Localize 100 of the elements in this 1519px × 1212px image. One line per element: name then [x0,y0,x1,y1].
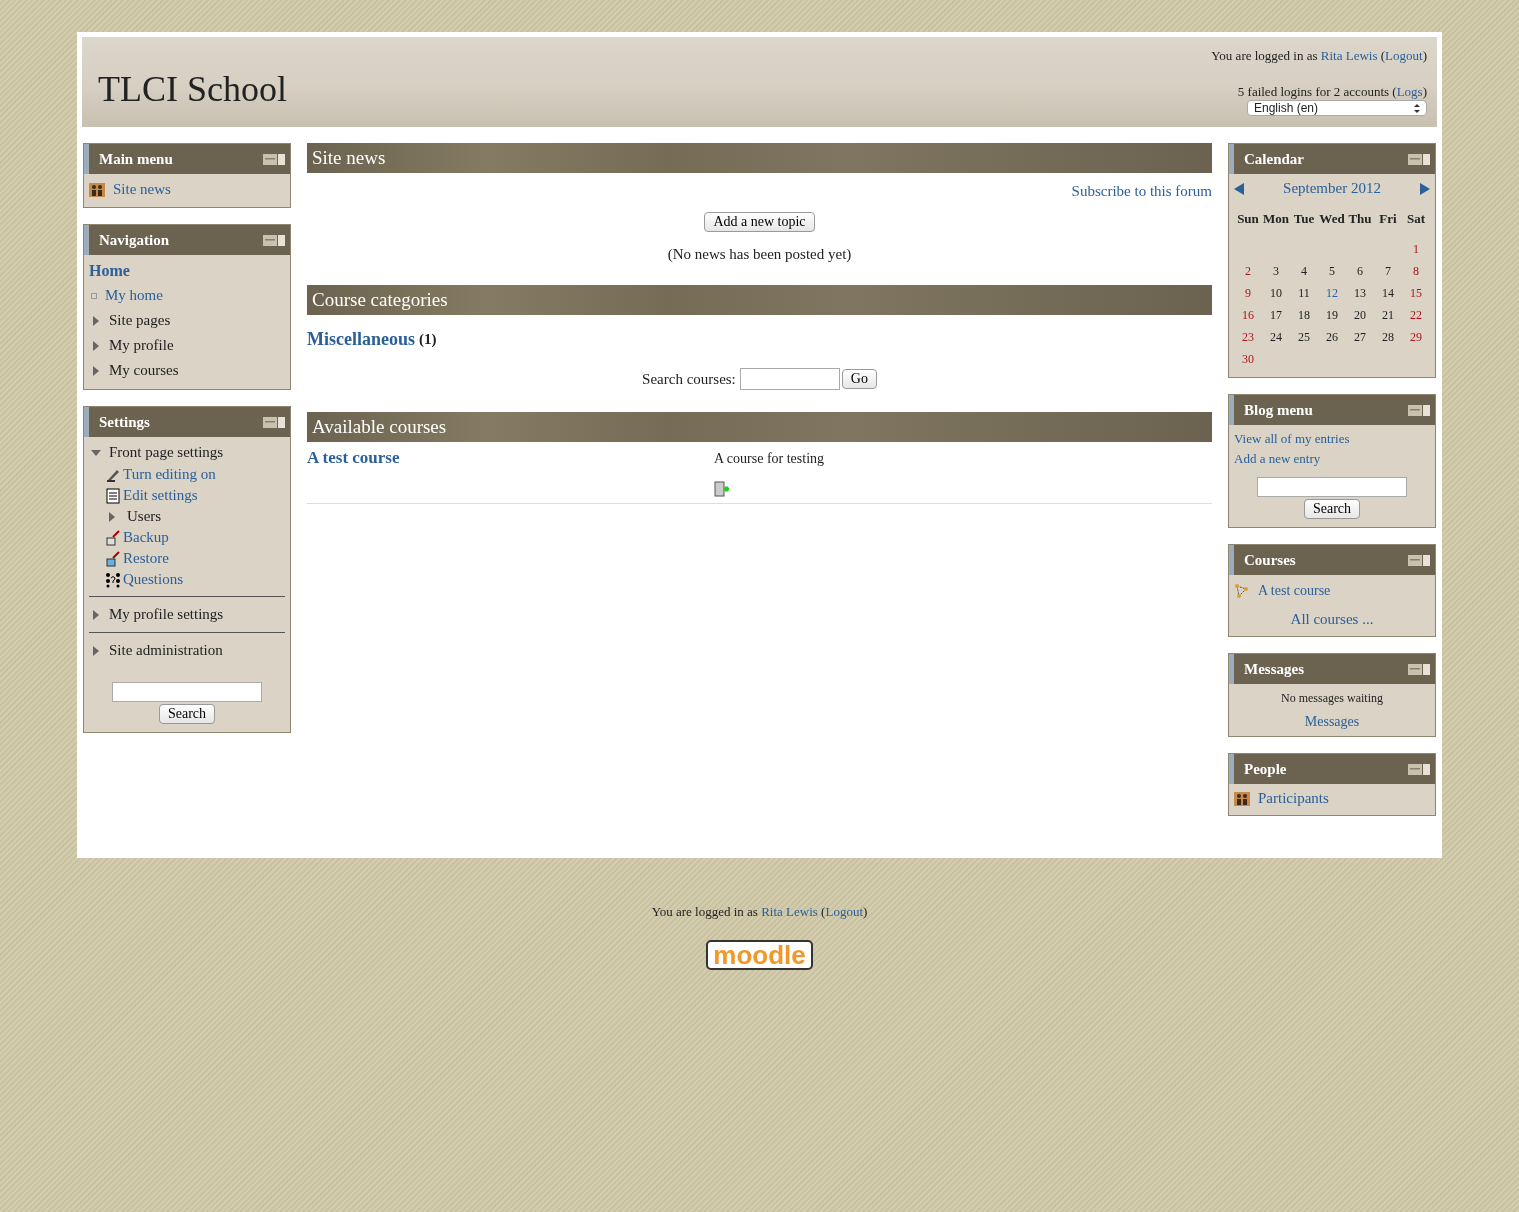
calendar-day[interactable]: 28 [1374,330,1402,345]
calendar-day[interactable]: 3 [1262,264,1290,279]
calendar-day[interactable]: 22 [1402,308,1430,323]
settings-link[interactable]: Edit settings [123,487,198,504]
calendar-day[interactable]: 16 [1234,308,1262,323]
calendar-day[interactable]: 6 [1346,264,1374,279]
calendar-day[interactable]: 29 [1402,330,1430,345]
month-link[interactable]: September 2012 [1283,180,1381,197]
user-link[interactable]: Rita Lewis [1320,48,1378,63]
blog-search-button[interactable]: Search [1303,499,1361,519]
course-link[interactable]: A test course [307,448,400,467]
login-info: You are logged in as Rita Lewis (Logout) [651,904,868,920]
weekday-label: Sun [1236,211,1260,227]
settings-link[interactable]: Restore [123,550,169,567]
calendar-day[interactable]: 17 [1262,308,1290,323]
calendar-day[interactable]: 24 [1262,330,1290,345]
calendar-day[interactable]: 12 [1318,286,1346,301]
previous-month-icon[interactable] [1234,182,1244,195]
logout-link[interactable]: Logout [1385,48,1423,63]
home-link[interactable]: Home [89,262,130,280]
dock-icon[interactable] [1408,404,1430,416]
blog-link[interactable]: Add a new entry [1234,451,1321,467]
document-icon [105,487,121,504]
all-courses-link[interactable]: All courses ... [1290,611,1374,628]
calendar-day[interactable]: 2 [1234,264,1262,279]
course-link[interactable]: A test course [1258,583,1331,599]
category-link[interactable]: Miscellaneous [307,329,415,350]
weekday-label: Tue [1292,211,1316,227]
settings-item[interactable]: Users [127,508,162,525]
block-title: People [1244,760,1287,778]
messages-link[interactable]: Messages [1304,714,1360,730]
course-summary: A course for testing [714,451,826,467]
collapsed-arrow-icon[interactable] [107,511,117,522]
go-button[interactable]: Go [841,369,877,389]
calendar-day[interactable]: 15 [1402,286,1430,301]
search-field[interactable] [112,682,262,702]
subscribe-link[interactable]: Subscribe to this forum [1071,183,1212,200]
select-arrows-icon [1414,103,1420,113]
messages-status: No messages waiting [1281,691,1383,706]
dock-icon[interactable] [263,153,285,165]
calendar-day[interactable]: 8 [1402,264,1430,279]
menu-link[interactable]: Site news [113,181,171,198]
calendar-day[interactable]: 11 [1290,286,1318,301]
settings-link[interactable]: Turn editing on [123,466,216,483]
settings-group[interactable]: Front page settings [109,444,224,461]
block-title: Blog menu [1244,401,1313,419]
blog-search-field[interactable] [1257,477,1407,497]
nav-item[interactable]: My courses [109,362,179,379]
calendar-day[interactable]: 25 [1290,330,1318,345]
block-title: Navigation [99,231,169,249]
site-name: TLCI School [98,68,287,110]
weekday-label: Fri [1378,211,1398,227]
collapsed-arrow-icon[interactable] [91,609,101,620]
blog-link[interactable]: View all of my entries [1234,431,1350,447]
collapsed-arrow-icon[interactable] [91,315,101,326]
dock-icon[interactable] [263,234,285,246]
calendar-day[interactable]: 26 [1318,330,1346,345]
calendar-day[interactable]: 5 [1318,264,1346,279]
next-month-icon[interactable] [1420,182,1430,195]
collapsed-arrow-icon[interactable] [91,645,101,656]
logs-link[interactable]: Logs [1396,84,1423,99]
calendar-day[interactable]: 20 [1346,308,1374,323]
settings-link[interactable]: Backup [123,529,169,546]
calendar-day[interactable]: 21 [1374,308,1402,323]
search-button[interactable]: Search [158,704,216,724]
settings-group[interactable]: My profile settings [109,606,224,623]
calendar-day[interactable]: 1 [1402,242,1430,257]
calendar-day[interactable]: 4 [1290,264,1318,279]
settings-group[interactable]: Site administration [109,642,223,659]
dock-icon[interactable] [1408,554,1430,566]
block-title: Courses [1244,551,1296,569]
calendar-day[interactable]: 18 [1290,308,1318,323]
calendar-day[interactable]: 13 [1346,286,1374,301]
dock-icon[interactable] [1408,763,1430,775]
add-topic-button[interactable]: Add a new topic [704,212,815,232]
calendar-day[interactable]: 19 [1318,308,1346,323]
enrol-door-icon[interactable] [714,481,730,497]
nav-item[interactable]: My profile [109,337,174,354]
calendar-day[interactable]: 23 [1234,330,1262,345]
calendar-day[interactable]: 27 [1346,330,1374,345]
dock-icon[interactable] [1408,663,1430,675]
calendar-day[interactable]: 9 [1234,286,1262,301]
course-search-field[interactable] [739,368,840,390]
dock-icon[interactable] [263,416,285,428]
nav-item[interactable]: Site pages [109,312,171,329]
language-select[interactable]: English (en) [1247,100,1427,116]
calendar-day[interactable]: 10 [1262,286,1290,301]
nav-link[interactable]: My home [105,287,163,304]
participants-link[interactable]: Participants [1258,790,1329,807]
calendar-day[interactable]: 7 [1374,264,1402,279]
weekday-label: Thu [1347,211,1373,227]
collapsed-arrow-icon[interactable] [91,340,101,351]
dock-icon[interactable] [1408,153,1430,165]
settings-link[interactable]: Questions [123,571,183,588]
user-link[interactable]: Rita Lewis [761,904,818,919]
logout-link[interactable]: Logout [825,904,863,919]
expanded-arrow-icon[interactable] [91,447,101,458]
calendar-day[interactable]: 14 [1374,286,1402,301]
collapsed-arrow-icon[interactable] [91,365,101,376]
calendar-day[interactable]: 30 [1234,352,1262,367]
